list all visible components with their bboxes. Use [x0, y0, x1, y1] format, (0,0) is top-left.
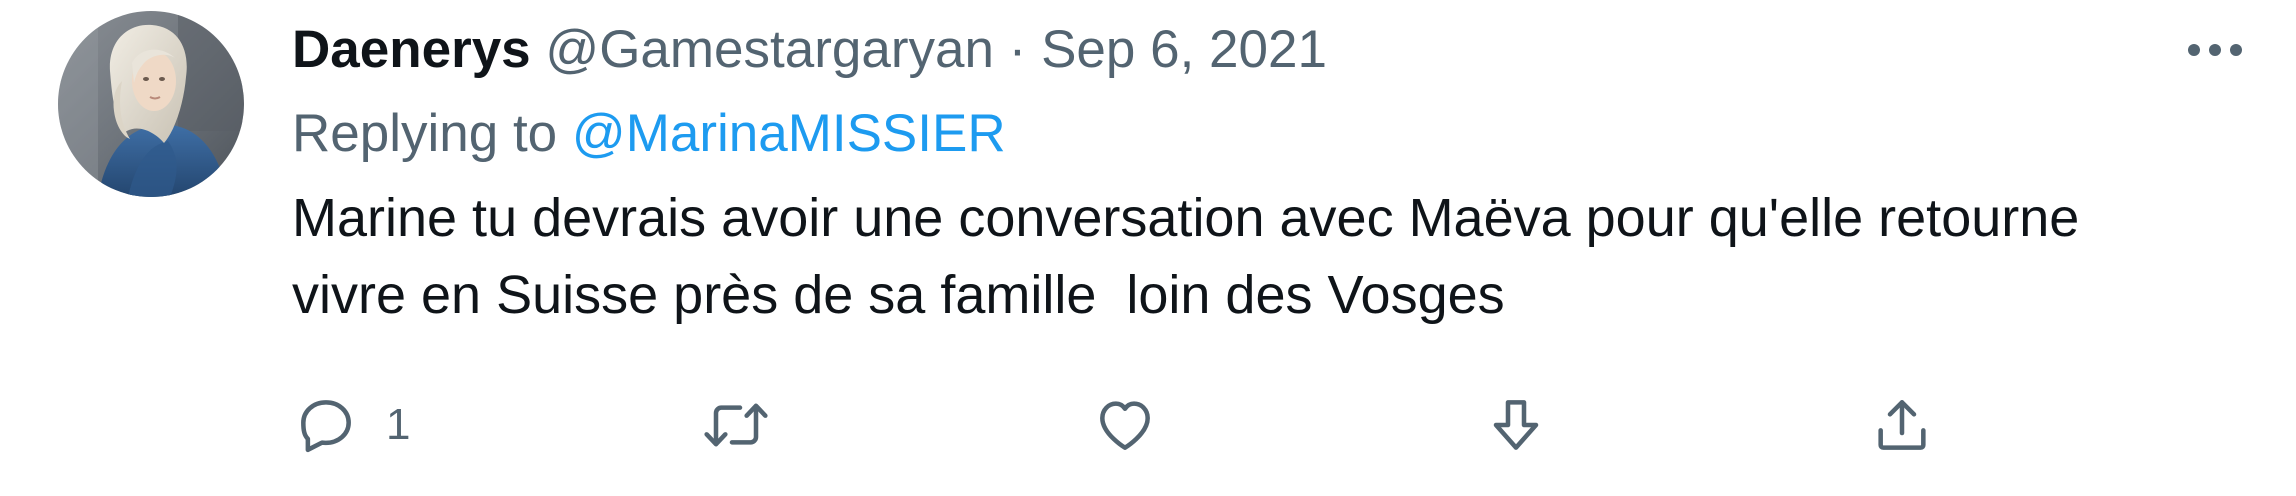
tweet-header: Daenerys @Gamestargaryan · Sep 6, 2021	[292, 18, 1327, 82]
replying-to-line: Replying to @MarinaMISSIER	[292, 102, 1006, 166]
tweet-card: Daenerys @Gamestargaryan · Sep 6, 2021 R…	[0, 0, 2296, 496]
share-button[interactable]	[1870, 380, 1934, 470]
reply-mention-link[interactable]: @MarinaMISSIER	[572, 104, 1006, 163]
avatar[interactable]	[58, 11, 244, 197]
avatar-image	[58, 11, 244, 197]
retweet-button[interactable]	[700, 380, 772, 470]
display-name[interactable]: Daenerys	[292, 20, 531, 79]
reply-button[interactable]: 1	[294, 380, 410, 470]
upload-share-icon	[1878, 400, 1926, 450]
like-button[interactable]	[1092, 380, 1158, 470]
more-options-button[interactable]	[2170, 20, 2260, 80]
heart-icon	[1100, 401, 1150, 450]
downvote-button[interactable]	[1484, 380, 1548, 470]
tweet-actions-bar: 1	[0, 380, 2296, 470]
reply-count: 1	[386, 400, 411, 449]
tweet-date[interactable]: Sep 6, 2021	[1041, 20, 1327, 79]
down-arrow-icon	[1493, 400, 1539, 450]
more-horizontal-icon	[2188, 44, 2242, 56]
separator-dot: ·	[1008, 20, 1027, 79]
replying-to-label: Replying to	[292, 104, 558, 163]
user-handle[interactable]: @Gamestargaryan	[545, 20, 994, 79]
retweet-arrows-icon	[704, 403, 768, 447]
tweet-text: Marine tu devrais avoir une conversation…	[292, 188, 2080, 325]
speech-bubble-icon	[301, 400, 351, 453]
